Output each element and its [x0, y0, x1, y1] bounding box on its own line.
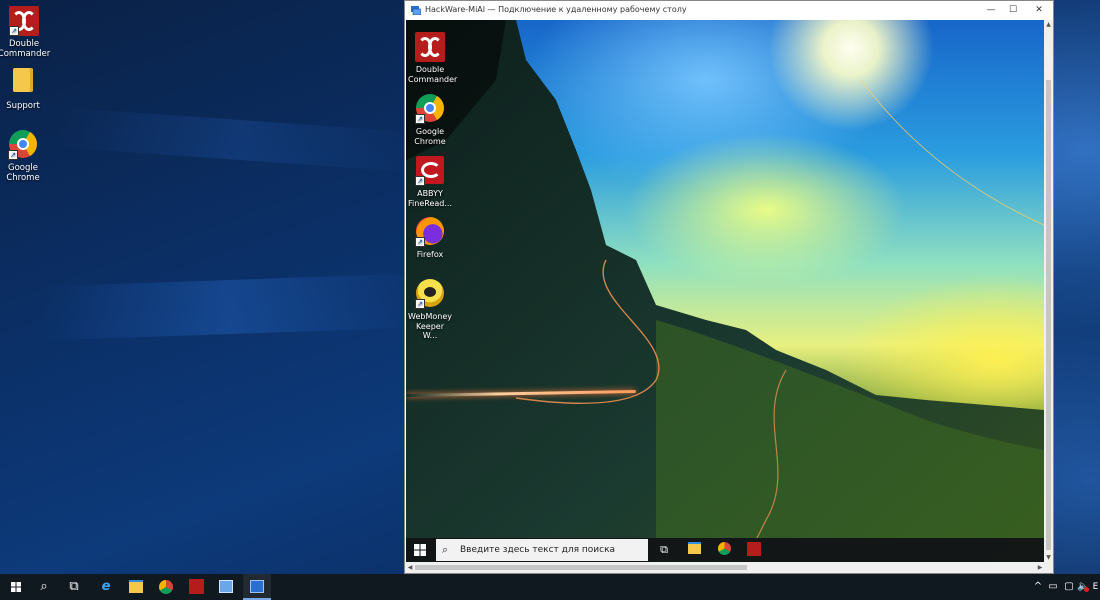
- horizontal-scrollbar[interactable]: ◀ ▶: [405, 562, 1053, 573]
- webmoney-icon: ↗: [415, 279, 445, 309]
- desktop-icon-double-commander[interactable]: ↗ Double Commander: [0, 6, 54, 59]
- remote-icon-label: Commander: [408, 74, 458, 84]
- edge-icon[interactable]: e: [92, 574, 120, 600]
- remote-icon-label: WebMoney: [408, 312, 452, 321]
- vertical-scrollbar[interactable]: ▲ ▼: [1044, 20, 1053, 562]
- double-commander-icon: ↗: [9, 6, 39, 36]
- remote-icon-label: Chrome: [414, 136, 446, 146]
- chrome-icon: ↗: [8, 130, 38, 160]
- vertical-scrollbar-thumb[interactable]: [1046, 80, 1051, 550]
- monitor-icon[interactable]: ▢: [1062, 574, 1076, 600]
- double-commander-taskbar-icon[interactable]: [182, 574, 210, 600]
- folder-icon: [8, 68, 38, 98]
- show-hidden-icons-chevron-icon[interactable]: ^: [1032, 574, 1044, 600]
- scroll-up-arrow-icon[interactable]: ▲: [1044, 20, 1053, 29]
- double-commander-icon: [415, 32, 445, 62]
- desktop-icon-label: Google: [8, 163, 38, 173]
- chrome-taskbar-icon[interactable]: [152, 574, 180, 600]
- remote-desktop-taskbar-icon[interactable]: [243, 574, 271, 600]
- remote-icon-double-commander[interactable]: Double Commander: [408, 32, 458, 84]
- remote-icon-webmoney[interactable]: ↗ WebMoney Keeper W...: [408, 279, 452, 341]
- remote-desktop-view[interactable]: Double Commander ↗ Google Chrome ↗ ABBYY…: [406, 20, 1044, 562]
- window-title: HackWare-MiAl — Подключение к удаленному…: [425, 5, 687, 14]
- chrome-icon: ↗: [415, 94, 445, 124]
- network-icon[interactable]: ▭: [1046, 574, 1060, 600]
- desktop-icon-label: Double: [8, 39, 40, 49]
- remote-icon-label: Google: [415, 127, 445, 136]
- scroll-left-arrow-icon[interactable]: ◀: [405, 562, 415, 573]
- search-placeholder: Введите здесь текст для поиска: [460, 545, 616, 555]
- scroll-right-arrow-icon[interactable]: ▶: [1035, 562, 1045, 573]
- remote-icon-google-chrome[interactable]: ↗ Google Chrome: [408, 94, 452, 146]
- double-commander-taskbar-icon[interactable]: [746, 542, 762, 558]
- wallpaper-light-beam: [40, 273, 420, 341]
- abbyy-finereader-icon: ↗: [415, 156, 445, 186]
- desktop-icon-label: Chrome: [6, 173, 40, 183]
- minimize-button[interactable]: —: [979, 1, 1003, 19]
- chrome-taskbar-icon[interactable]: [716, 542, 732, 558]
- windows-start-icon[interactable]: [412, 542, 428, 558]
- scroll-down-arrow-icon[interactable]: ▼: [1044, 553, 1053, 562]
- remote-icon-label: Keeper W...: [416, 321, 444, 341]
- close-button[interactable]: ✕: [1027, 1, 1051, 19]
- maximize-button[interactable]: ☐: [1001, 1, 1025, 19]
- search-icon: ⌕: [442, 543, 449, 556]
- desktop-icon-google-chrome[interactable]: ↗ Google Chrome: [0, 130, 53, 183]
- horizontal-scrollbar-thumb[interactable]: [415, 565, 747, 570]
- desktop-icon-support[interactable]: Support: [0, 68, 53, 111]
- remote-search-box[interactable]: ⌕ Введите здесь текст для поиска: [436, 539, 648, 561]
- remote-icon-label: Double: [415, 65, 445, 74]
- task-view-icon[interactable]: ⧉: [60, 574, 88, 600]
- host-taskbar: ⌕ ⧉ e ^ ▭ ▢ 🔈 E: [0, 574, 1100, 600]
- desktop-icon-label: Support: [6, 101, 40, 111]
- remote-desktop-window[interactable]: HackWare-MiAl — Подключение к удаленному…: [404, 0, 1054, 574]
- volume-muted-icon[interactable]: 🔈: [1077, 574, 1089, 600]
- remote-icon-label: FineRead...: [408, 198, 452, 208]
- firefox-icon: ↗: [415, 217, 445, 247]
- remote-icon-label: Firefox: [416, 250, 444, 259]
- wallpaper-light-beam: [60, 107, 420, 173]
- remote-taskbar: ⌕ Введите здесь текст для поиска ⧉: [406, 538, 1044, 562]
- file-explorer-icon[interactable]: [686, 542, 702, 558]
- windows-start-icon[interactable]: [2, 574, 30, 600]
- remote-icon-firefox[interactable]: ↗ Firefox: [408, 217, 452, 260]
- window-titlebar[interactable]: HackWare-MiAl — Подключение к удаленному…: [405, 1, 1053, 19]
- language-indicator[interactable]: E: [1091, 574, 1100, 600]
- remote-desktop-icon: [411, 6, 421, 15]
- desktop-app-icon[interactable]: [212, 574, 240, 600]
- search-icon[interactable]: ⌕: [30, 574, 58, 600]
- remote-icon-label: ABBYY: [417, 189, 443, 198]
- file-explorer-icon[interactable]: [122, 574, 150, 600]
- wallpaper-mountain: [406, 20, 1044, 562]
- remote-icon-abbyy-finereader[interactable]: ↗ ABBYY FineRead...: [408, 156, 452, 208]
- task-view-icon[interactable]: ⧉: [656, 542, 672, 558]
- desktop-icon-label: Commander: [0, 49, 51, 59]
